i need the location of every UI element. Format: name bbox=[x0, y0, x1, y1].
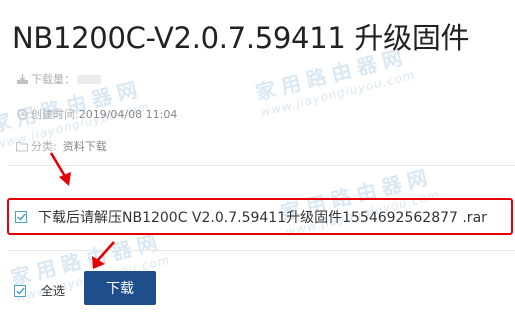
check-icon bbox=[16, 213, 26, 221]
check-icon bbox=[15, 287, 25, 295]
created-time-value: 2019/04/08 11:04 bbox=[78, 107, 178, 121]
download-count-icon bbox=[16, 73, 28, 85]
select-all-label[interactable]: 全选 bbox=[41, 282, 65, 299]
category-link[interactable]: 资料下载 bbox=[63, 138, 107, 154]
divider bbox=[8, 165, 515, 166]
file-item[interactable]: 下载后请解压NB1200C V2.0.7.59411升级固件1554692562… bbox=[7, 198, 513, 235]
download-count-row: 下载量： bbox=[16, 71, 101, 87]
select-all[interactable]: 全选 bbox=[14, 282, 65, 299]
annotation-arrow-icon bbox=[49, 152, 71, 186]
download-count-value bbox=[77, 74, 101, 84]
select-all-checkbox[interactable] bbox=[14, 284, 26, 297]
created-time-label: 创建时间: bbox=[31, 108, 79, 121]
clock-icon bbox=[16, 108, 28, 120]
download-count-label: 下载量： bbox=[31, 73, 75, 86]
page-title: NB1200C-V2.0.7.59411 升级固件 bbox=[12, 21, 470, 55]
file-name[interactable]: 下载后请解压NB1200C V2.0.7.59411升级固件1554692562… bbox=[38, 207, 487, 227]
folder-icon bbox=[16, 140, 28, 152]
created-time-row: 创建时间: 2019/04/08 11:04 bbox=[16, 106, 177, 122]
download-button[interactable]: 下载 bbox=[84, 271, 156, 305]
file-checkbox[interactable] bbox=[15, 210, 27, 223]
category-row: 分类: 资料下载 bbox=[16, 138, 107, 154]
watermark-url: www.jiayongluyou.com bbox=[259, 67, 417, 120]
divider bbox=[8, 250, 515, 251]
category-label: 分类: bbox=[31, 140, 57, 153]
